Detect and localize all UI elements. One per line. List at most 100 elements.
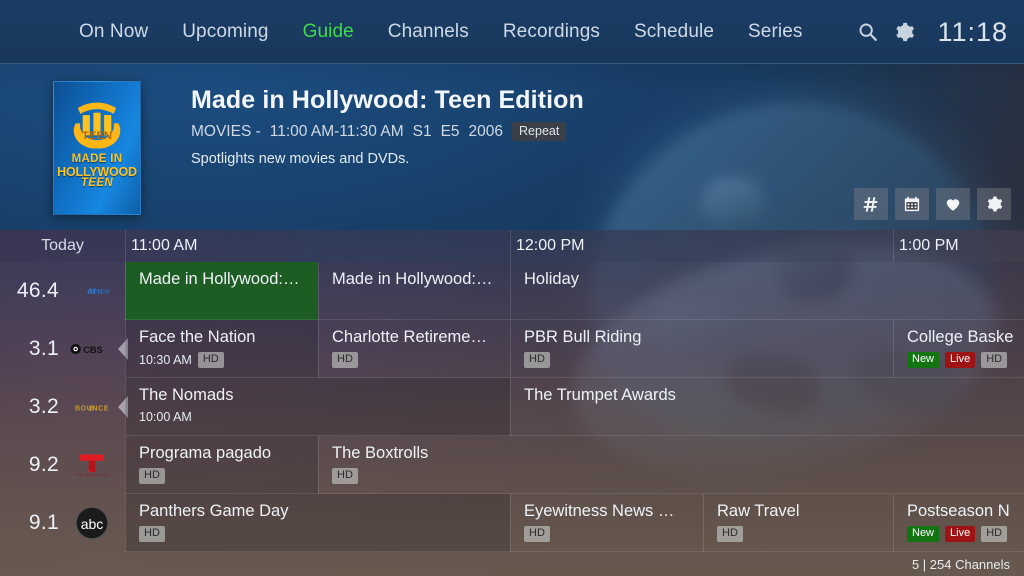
program-cell[interactable]: The Nomads 10:00 AM bbox=[125, 378, 510, 436]
program-detail-panel: TEEN MADE IN HOLLYWOOD TEEN Made in Holl… bbox=[0, 64, 1024, 230]
clock: 11:18 bbox=[937, 16, 1008, 47]
program-cell-subrow: HD bbox=[139, 526, 510, 542]
program-season: S1 bbox=[412, 122, 432, 140]
program-cell-title: PBR Bull Riding bbox=[524, 328, 642, 346]
svg-text:TELEMUNDO: TELEMUNDO bbox=[76, 473, 109, 478]
row-divider bbox=[125, 551, 1024, 552]
program-cell[interactable]: Eyewitness News … HD bbox=[510, 494, 703, 552]
badge-hd: HD bbox=[197, 352, 224, 368]
program-cell-title: Holiday bbox=[524, 270, 580, 288]
program-cell[interactable]: PBR Bull Riding HD bbox=[510, 320, 893, 378]
program-cell-subrow: HD bbox=[139, 468, 318, 484]
program-cell-title: Charlotte Retireme… bbox=[332, 328, 487, 346]
guide-row: 3.1 CBS Face the Nation 10:30 AM HD Charlotte… bbox=[0, 320, 1024, 378]
program-cell-subrow: 10:30 AM HD bbox=[139, 352, 318, 368]
badge-new: New bbox=[907, 526, 940, 542]
guide-row: 9.2 TELEMUNDO Programa pagado HD The Boxtrol… bbox=[0, 436, 1024, 494]
program-cell[interactable]: Panthers Game Day HD bbox=[125, 494, 510, 552]
tv-guide-app: On Now Upcoming Guide Channels Recordings Sch… bbox=[0, 0, 1024, 576]
program-cell[interactable]: The Boxtrolls HD bbox=[318, 436, 1024, 494]
nav-item-series[interactable]: Series bbox=[731, 15, 819, 49]
guide-row: 46.4 M OVIES! Made in Hollywood:… Made in Ho… bbox=[0, 262, 1024, 320]
program-info: Made in Hollywood: Teen Edition MOVIES -… bbox=[191, 86, 1004, 167]
program-cell[interactable]: The Trumpet Awards bbox=[510, 378, 1024, 436]
channel-cell[interactable]: 3.2 B BOUNCE bbox=[0, 378, 125, 436]
program-cell-subrow: HD bbox=[717, 526, 893, 542]
channel-cell[interactable]: 9.1 abc bbox=[0, 494, 125, 552]
timeline-slot: 1:00 PM bbox=[899, 237, 959, 254]
gear-icon[interactable] bbox=[893, 21, 915, 43]
program-cell-title: Made in Hollywood:… bbox=[332, 270, 493, 288]
heart-icon[interactable] bbox=[936, 188, 970, 220]
program-cell[interactable]: Postseason N New Live HD bbox=[893, 494, 1024, 552]
program-cell-title: Programa pagado bbox=[139, 444, 272, 462]
badge-hd: HD bbox=[981, 352, 1008, 368]
program-cell[interactable]: Charlotte Retireme… HD bbox=[318, 320, 510, 378]
nav-item-on-now[interactable]: On Now bbox=[62, 15, 165, 49]
telemundo-logo: TELEMUNDO bbox=[69, 445, 115, 485]
program-cell-subrow: 10:00 AM bbox=[139, 410, 510, 424]
badge-hd: HD bbox=[139, 468, 165, 484]
program-category: MOVIES - bbox=[191, 122, 261, 140]
program-poster: TEEN MADE IN HOLLYWOOD TEEN bbox=[53, 81, 141, 215]
badge-hd: HD bbox=[981, 526, 1008, 542]
today-label: Today bbox=[41, 237, 84, 254]
svg-text:TEEN: TEEN bbox=[82, 130, 112, 142]
badge-live: Live bbox=[945, 352, 976, 368]
program-cell[interactable]: Face the Nation 10:30 AM HD bbox=[125, 320, 318, 378]
search-icon[interactable] bbox=[857, 21, 879, 43]
gear-icon[interactable] bbox=[977, 188, 1011, 220]
calendar-icon[interactable] bbox=[895, 188, 929, 220]
program-cell-title: The Boxtrolls bbox=[332, 444, 429, 462]
program-cell[interactable]: Holiday bbox=[510, 262, 1024, 320]
svg-text:CBS: CBS bbox=[83, 345, 102, 355]
poster-line-3: TEEN bbox=[80, 177, 114, 190]
program-cell-title: The Trumpet Awards bbox=[524, 386, 676, 404]
program-cell-subrow: New Live HD bbox=[907, 526, 1024, 542]
poster-line-1: MADE IN bbox=[71, 153, 123, 165]
badge-hd: HD bbox=[332, 468, 358, 484]
program-description: Spotlights new movies and DVDs. bbox=[191, 151, 410, 167]
channel-cell[interactable]: 9.2 TELEMUNDO bbox=[0, 436, 125, 494]
badge-hd: HD bbox=[139, 526, 165, 542]
nav-item-channels[interactable]: Channels bbox=[371, 15, 486, 49]
program-cell[interactable]: Made in Hollywood:… bbox=[125, 262, 318, 320]
repeat-badge: Repeat bbox=[512, 122, 567, 141]
badge-hd: HD bbox=[332, 352, 358, 368]
channel-cell[interactable]: 3.1 CBS bbox=[0, 320, 125, 378]
channel-cell[interactable]: 46.4 M OVIES! bbox=[0, 262, 125, 320]
program-cell-subrow: HD bbox=[332, 352, 510, 368]
program-cell-subrow: HD bbox=[332, 468, 1024, 484]
badge-new: New bbox=[907, 352, 940, 368]
program-cell[interactable]: College Baske New Live HD bbox=[893, 320, 1024, 378]
nav-item-upcoming[interactable]: Upcoming bbox=[165, 15, 285, 49]
program-cell-title: Panthers Game Day bbox=[139, 502, 289, 520]
svg-text:BOUNCE: BOUNCE bbox=[75, 405, 109, 412]
guide-row: 3.2 B BOUNCE The Nomads 10:00 AM The Trumpet … bbox=[0, 378, 1024, 436]
abc-logo: abc bbox=[69, 503, 115, 543]
program-year: 2006 bbox=[468, 122, 504, 140]
badge-hd: HD bbox=[524, 352, 550, 368]
number-icon[interactable] bbox=[854, 188, 888, 220]
program-cell-title: College Baske bbox=[907, 328, 1014, 346]
nav-item-guide[interactable]: Guide bbox=[286, 15, 371, 49]
guide-grid: 46.4 M OVIES! Made in Hollywood:… Made in Ho… bbox=[0, 262, 1024, 558]
svg-text:abc: abc bbox=[81, 516, 104, 532]
badge-live: Live bbox=[945, 526, 976, 542]
program-cell[interactable]: Raw Travel HD bbox=[703, 494, 893, 552]
nav-item-recordings[interactable]: Recordings bbox=[486, 15, 617, 49]
nav-item-schedule[interactable]: Schedule bbox=[617, 15, 731, 49]
top-navigation-bar: On Now Upcoming Guide Channels Recordings Sch… bbox=[0, 0, 1024, 64]
timeline-separator bbox=[125, 230, 126, 262]
program-episode: E5 bbox=[440, 122, 460, 140]
timeline-separator bbox=[510, 230, 511, 262]
badge-hd: HD bbox=[524, 526, 550, 542]
program-cell[interactable]: Programa pagado HD bbox=[125, 436, 318, 494]
program-start-time: 10:00 AM bbox=[139, 410, 192, 424]
channel-number: 46.4 bbox=[16, 279, 59, 302]
timeline-separator bbox=[893, 230, 894, 262]
program-meta: MOVIES - 11:00 AM-11:30 AM S1 E5 2006 Re… bbox=[191, 122, 1004, 141]
program-cell[interactable]: Made in Hollywood:… bbox=[318, 262, 510, 320]
badge-hd: HD bbox=[717, 526, 743, 542]
movies-logo: M OVIES! bbox=[69, 271, 115, 311]
